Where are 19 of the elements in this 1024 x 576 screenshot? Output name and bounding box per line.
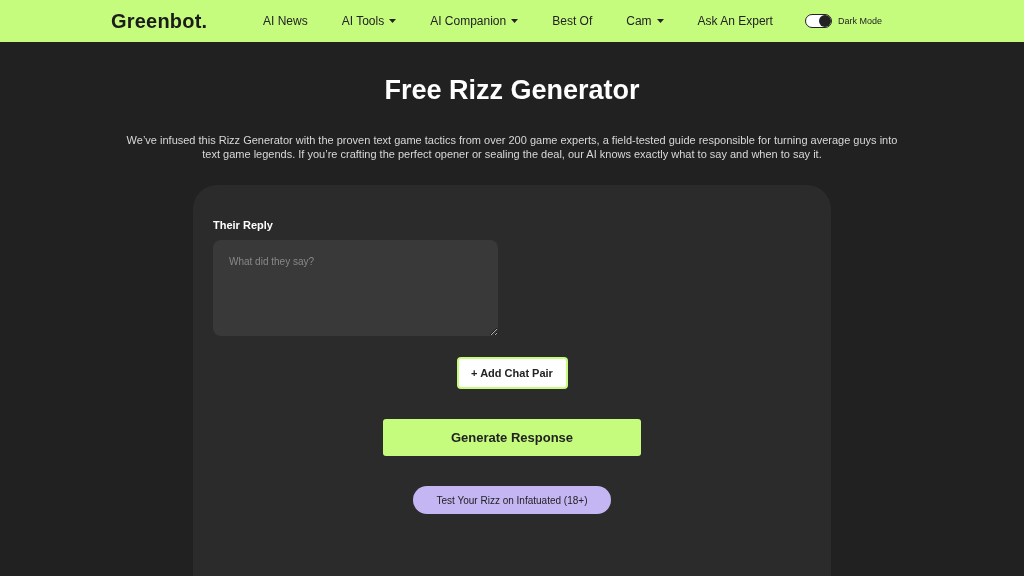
nav-link[interactable]: Ask An Expert [697, 14, 773, 28]
reply-field[interactable]: What did they say? [213, 240, 498, 336]
page-title: Free Rizz Generator [384, 75, 640, 106]
logo[interactable]: Greenbot. [111, 9, 251, 33]
nav-link[interactable]: Best Of [552, 14, 593, 28]
nav-link[interactable]: AI News [263, 14, 308, 28]
nav-link[interactable]: Cam [626, 14, 664, 28]
nav-link[interactable]: AI Tools [341, 14, 397, 28]
caret-icon [656, 19, 664, 23]
dark-mode-label: Dark Mode [838, 16, 882, 26]
dark-mode-toggle[interactable] [805, 14, 832, 28]
field-label: Their Reply [213, 219, 273, 231]
intro-paragraph: We’ve infused this Rizz Generator with the proven text game tactics from over 200 game experts, a field-tested guide responsible for turning average guys into text game legends. If you’re crafting the perfect opener or sealing the deal, our AI knows exactly what to say and when to say it. [125, 134, 899, 161]
caret-icon [511, 19, 519, 23]
test-rizz-button[interactable]: Test Your Rizz on Infatuated (18+) [413, 486, 611, 514]
add-chat-pair-button[interactable]: + Add Chat Pair [456, 357, 568, 389]
caret-icon [389, 19, 397, 23]
nav-link[interactable]: AI Companion [430, 14, 519, 28]
generate-button[interactable]: Generate Response [383, 419, 641, 456]
